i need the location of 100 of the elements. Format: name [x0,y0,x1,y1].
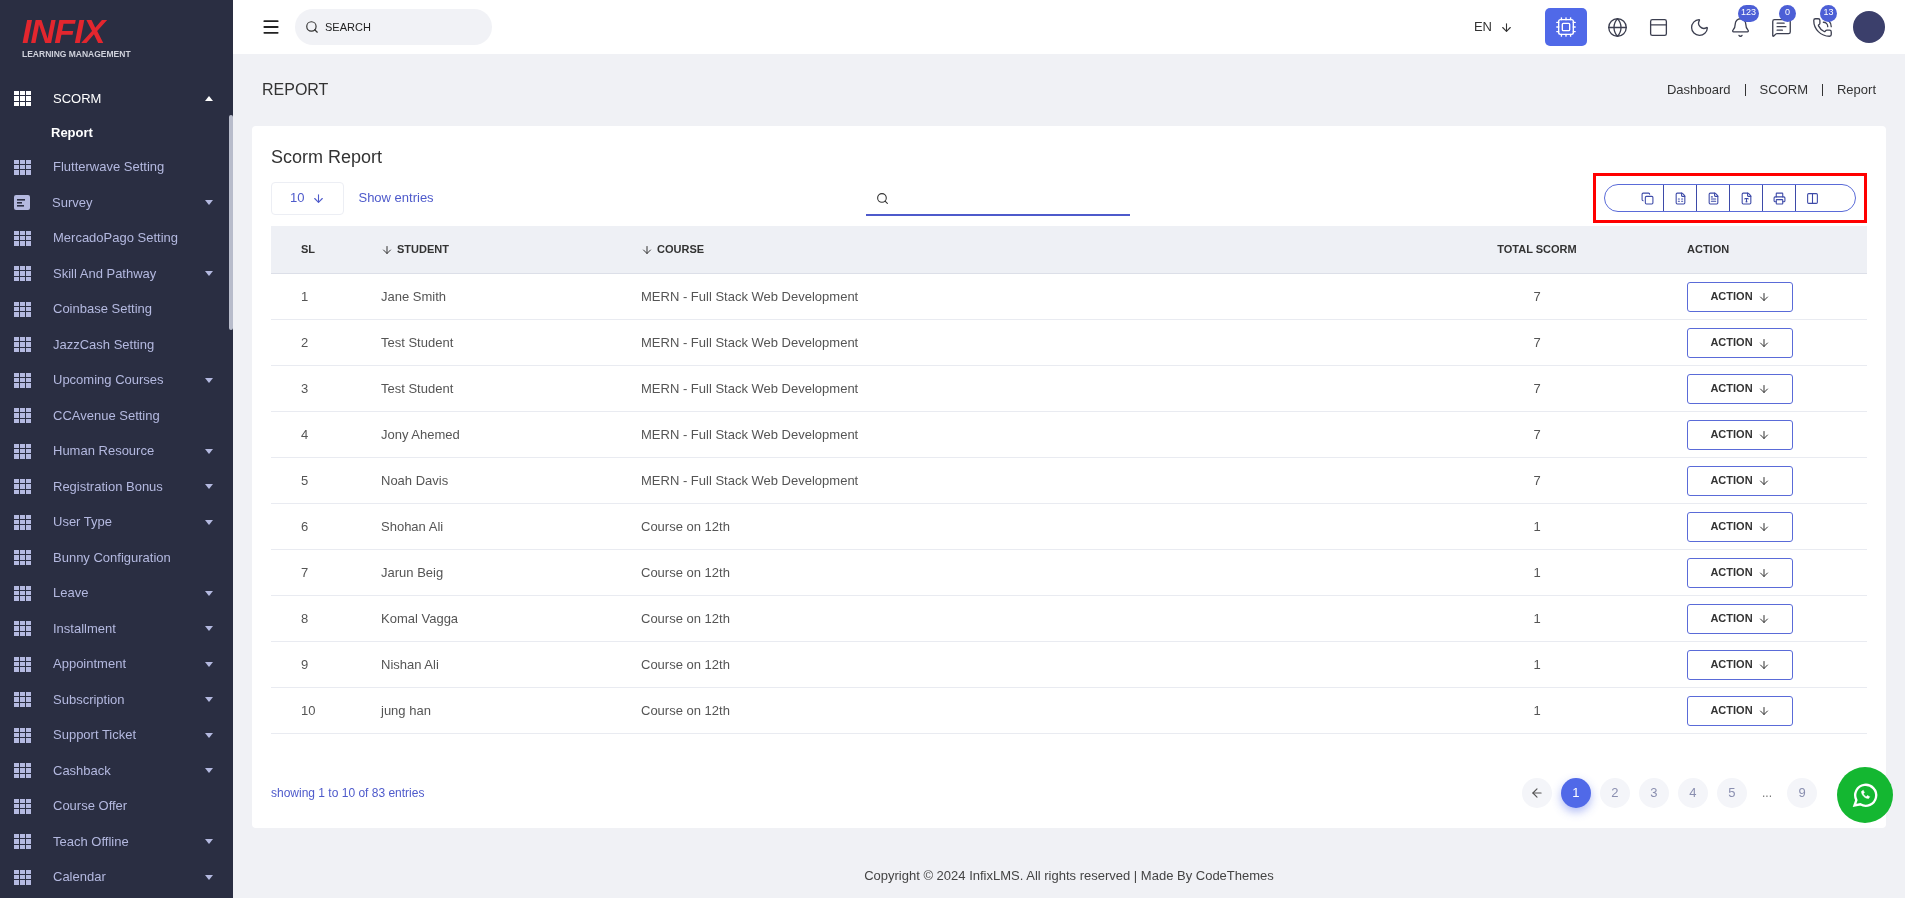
search-icon [305,20,319,34]
globe-icon[interactable] [1607,16,1628,38]
grid-icon [14,230,31,246]
sidebar-item[interactable]: Bunny Configuration [0,539,233,576]
sidebar-item[interactable]: Leave [0,575,233,611]
sidebar-item[interactable]: Teach Offline [0,823,233,860]
sidebar-item[interactable]: Installment [0,610,233,647]
bell-icon[interactable] [1730,16,1751,38]
action-dropdown[interactable]: ACTION [1687,465,1793,496]
sidebar-item[interactable]: CCAvenue Setting [0,397,233,434]
sidebar-item[interactable]: Human Resource [0,433,233,469]
sidebar-item[interactable]: SCORM [0,80,233,117]
table-cell-text: 9 [301,655,309,674]
count-badge: 123 [1738,4,1760,22]
caret-icon [205,874,213,880]
column-header: SL [301,242,316,258]
grid-icon [14,479,31,494]
sidebar-item[interactable]: Support Ticket [0,717,233,753]
action-dropdown[interactable]: ACTION [1687,649,1793,680]
caret-icon [205,271,213,276]
action-dropdown[interactable]: ACTION [1687,695,1793,726]
search-icon [875,191,889,205]
sidebar-item[interactable]: Appointment [0,646,233,682]
sidebar-item[interactable]: JazzCash Setting [0,326,233,363]
sidebar-item[interactable]: Coinbase Setting [0,291,233,327]
logo-text: INFIX [22,16,105,46]
grid-icon [14,656,31,672]
sidebar-item[interactable]: Flutterwave Setting [0,149,233,185]
arrow-down-icon [1757,704,1770,717]
sidebar-item[interactable]: Survey [0,184,233,221]
grid-icon [14,834,31,849]
grid-icon [14,550,31,565]
table-cell-text: Noah Davis [381,471,449,490]
grid-icon [14,869,31,885]
logo-tagline: LEARNING MANAGEMENT [22,48,131,61]
action-dropdown[interactable]: ACTION [1687,419,1793,450]
action-dropdown[interactable]: ACTION [1687,511,1793,542]
sidebar-item[interactable]: Subscription [0,681,233,718]
table-cell-text: Course on 12th [641,655,730,674]
caret-icon [205,732,213,738]
breadcrumb-link[interactable]: Dashboard [1666,80,1731,100]
table-cell-text: 1 [1533,517,1541,536]
sidebar-item[interactable]: Skill And Pathway [0,255,233,292]
table-cell-text: 7 [301,563,309,582]
table-cell-text: 7 [1533,379,1541,398]
copy-icon [1640,191,1654,205]
menu-icon[interactable] [261,17,281,37]
whatsapp-icon [1851,781,1879,809]
table-cell-text: 8 [301,609,309,628]
chat-icon[interactable] [1771,16,1792,38]
language-dropdown[interactable]: EN [1473,17,1513,37]
sidebar-item[interactable]: Upcoming Courses [0,362,233,398]
table-cell-text: 7 [1533,425,1541,444]
grid-icon [14,337,31,352]
grid-icon [14,692,31,707]
footer-text: Copyright © 2024 InfixLMS. All rights reserved | Made By CodeThemes [864,867,1274,886]
caret-icon [205,377,213,383]
sidebar-item[interactable]: Course Offer [0,788,233,824]
scrollbar[interactable] [229,115,233,330]
table-cell-text: 5 [301,471,309,490]
table-cell-text: Course on 12th [641,517,730,536]
table-cell-text: Jarun Beig [381,563,444,582]
caret-icon [205,768,213,773]
moon-icon[interactable] [1689,16,1710,38]
layout-icon[interactable] [1648,16,1669,38]
sidebar-item[interactable]: Registration Bonus [0,468,233,505]
sidebar-item[interactable]: MercadoPago Setting [0,220,233,256]
column-header[interactable]: STUDENT [381,241,449,258]
sidebar-subitem[interactable]: Report [0,116,233,150]
document-icon [14,195,30,210]
ai-button[interactable] [1545,8,1587,46]
column-header[interactable]: COURSE [641,241,705,258]
sidebar-item[interactable]: Calendar [0,859,233,895]
entries-summary: showing 1 to 10 of 83 entries [271,785,425,802]
arrow-down-icon [1757,612,1770,625]
card-title: Scorm Report [271,146,383,169]
grid-icon [14,372,31,388]
action-dropdown[interactable]: ACTION [1687,557,1793,588]
phone-icon[interactable] [1812,16,1833,38]
arrow-down-icon [1757,520,1770,533]
caret-icon [205,661,213,667]
avatar[interactable] [1853,11,1885,43]
action-dropdown[interactable]: ACTION [1687,373,1793,404]
action-dropdown[interactable]: ACTION [1687,327,1793,358]
arrow-down-icon [312,191,326,205]
arrow-down-icon [1757,428,1770,441]
grid-icon [14,301,31,317]
column-header: ACTION [1687,242,1730,258]
breadcrumb-link[interactable]: SCORM [1759,80,1808,100]
page-size-dropdown[interactable]: 10 [271,181,345,215]
grid-icon [14,585,31,601]
action-dropdown[interactable]: ACTION [1687,281,1793,312]
sidebar-item[interactable]: Cashback [0,752,233,789]
sidebar-item[interactable]: User Type [0,504,233,540]
page-button[interactable]: 1 [1561,778,1591,808]
table-cell-text: 1 [1533,609,1541,628]
action-dropdown[interactable]: ACTION [1687,603,1793,634]
breadcrumb-link[interactable]: Report [1836,80,1876,100]
table-cell-text: Shohan Ali [381,517,444,536]
search-field[interactable]: SEARCH [295,9,492,45]
